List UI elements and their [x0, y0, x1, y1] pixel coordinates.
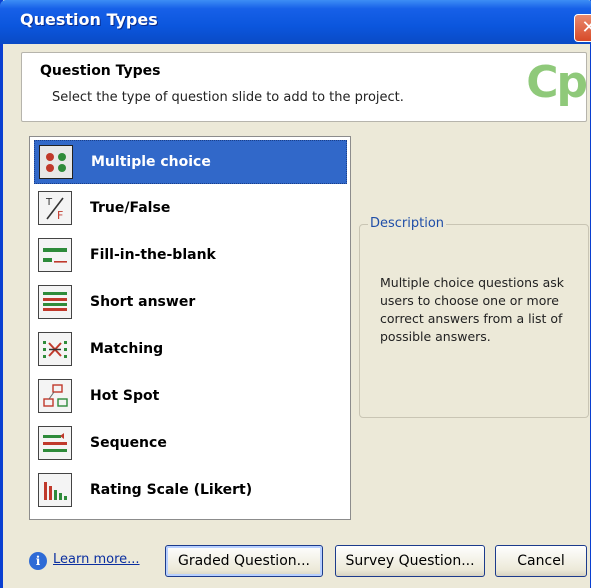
- description-group: Description Multiple choice questions as…: [359, 216, 589, 418]
- window-title: Question Types: [20, 10, 158, 29]
- svg-text:F: F: [57, 209, 63, 222]
- short-answer-icon: [38, 285, 72, 319]
- list-item-sequence[interactable]: Sequence: [34, 422, 347, 466]
- captivate-logo: Cp: [526, 57, 588, 108]
- hot-spot-icon: [38, 379, 72, 413]
- list-item-label: Short answer: [90, 294, 196, 310]
- description-text: Multiple choice questions ask users to c…: [380, 275, 564, 344]
- fill-in-the-blank-icon: [38, 238, 72, 272]
- rating-scale-icon: [38, 473, 72, 507]
- list-item-label: Multiple choice: [91, 154, 211, 170]
- cancel-button[interactable]: Cancel: [495, 545, 587, 577]
- close-button[interactable]: ✕: [574, 14, 591, 42]
- matching-icon: [38, 332, 72, 366]
- list-item-rating-scale[interactable]: Rating Scale (Likert): [34, 469, 347, 513]
- button-bar: i Learn more... Graded Question... Surve…: [23, 544, 587, 580]
- survey-question-button[interactable]: Survey Question...: [335, 545, 485, 577]
- list-item-matching[interactable]: Matching: [34, 328, 347, 372]
- list-item-multiple-choice[interactable]: Multiple choice: [34, 140, 347, 184]
- list-item-true-false[interactable]: T F True/False: [34, 187, 347, 231]
- sequence-icon: [38, 426, 72, 460]
- close-icon: ✕: [581, 17, 591, 38]
- description-legend: Description: [368, 216, 447, 231]
- info-icon[interactable]: i: [29, 552, 47, 570]
- list-item-short-answer[interactable]: Short answer: [34, 281, 347, 325]
- graded-question-button[interactable]: Graded Question...: [165, 545, 323, 577]
- header-subtitle: Select the type of question slide to add…: [52, 90, 404, 105]
- svg-text:T: T: [45, 197, 53, 208]
- list-item-label: Rating Scale (Likert): [90, 482, 253, 498]
- list-item-label: True/False: [90, 200, 171, 216]
- dialog-window: Question Types ✕ Question Types Select t…: [0, 0, 591, 588]
- list-item-hot-spot[interactable]: Hot Spot: [34, 375, 347, 419]
- question-type-list[interactable]: Multiple choice T F True/False Fill-in-t…: [29, 136, 351, 520]
- list-item-label: Matching: [90, 341, 164, 357]
- header-panel: Question Types Select the type of questi…: [21, 52, 588, 122]
- list-item-label: Sequence: [90, 435, 167, 451]
- learn-more-link[interactable]: Learn more...: [53, 552, 140, 567]
- list-item-label: Hot Spot: [90, 388, 160, 404]
- header-title: Question Types: [40, 63, 161, 79]
- title-bar[interactable]: Question Types ✕: [0, 0, 591, 44]
- list-item-label: Fill-in-the-blank: [90, 247, 216, 263]
- list-item-fill-in-the-blank[interactable]: Fill-in-the-blank: [34, 234, 347, 278]
- multiple-choice-icon: [39, 145, 73, 179]
- true-false-icon: T F: [38, 191, 72, 225]
